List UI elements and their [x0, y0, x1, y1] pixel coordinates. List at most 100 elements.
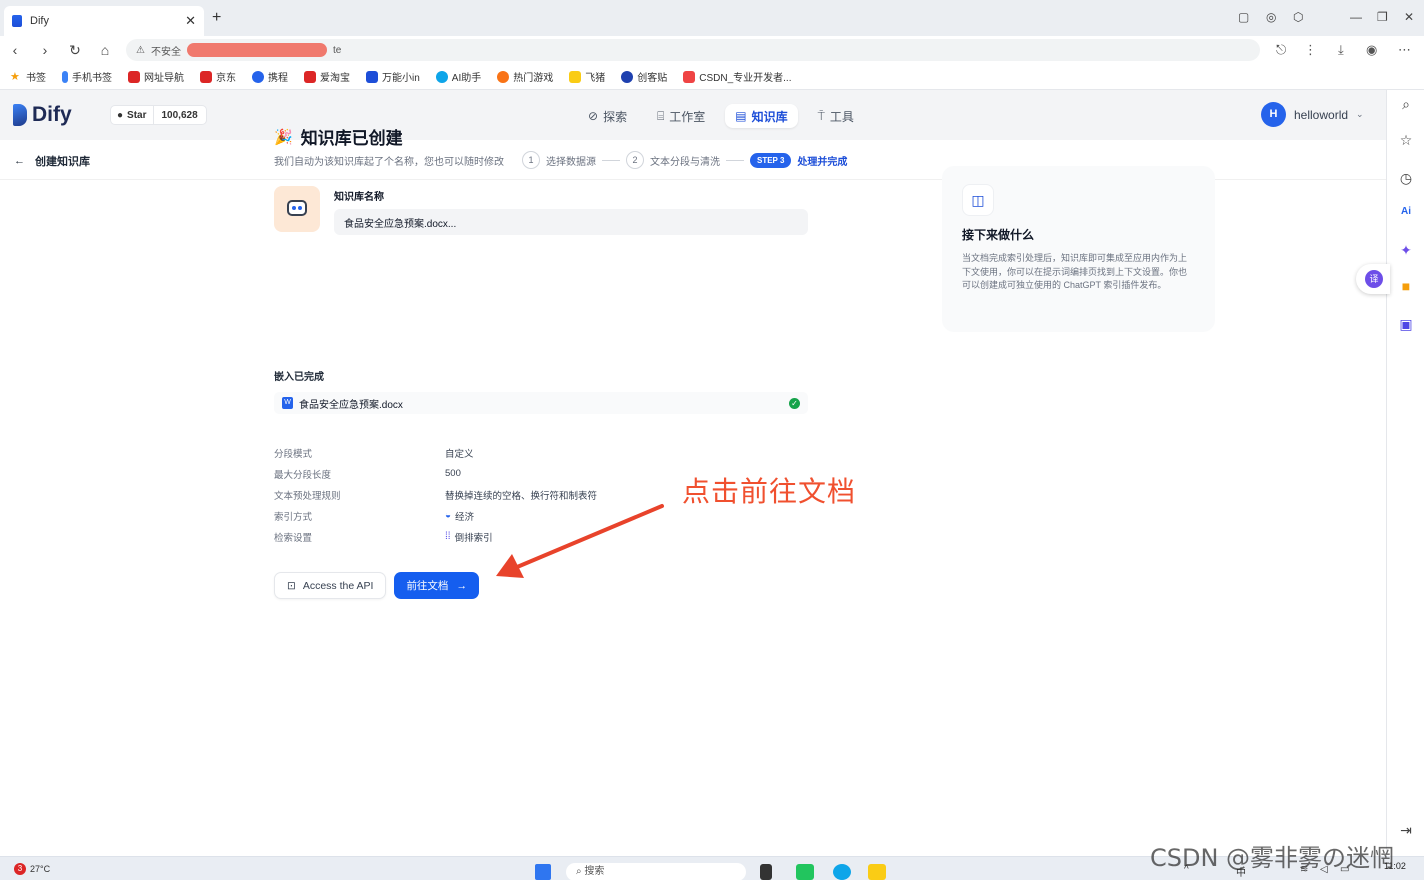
bookmark-item[interactable]: 飞猪 [569, 69, 605, 84]
temperature: 27°C [30, 864, 51, 874]
check-circle-icon: ✓ [789, 397, 800, 409]
action-buttons: ⊡ Access the API 前往文档 → [274, 572, 479, 599]
browser-tab[interactable]: Dify ✕ [4, 6, 204, 36]
next-steps-card: ◫ 接下来做什么 当文档完成索引处理后，知识库即可集成至应用内作为上下文使用，你… [942, 166, 1215, 332]
robot-icon: ⌸ [657, 108, 665, 123]
gift-icon[interactable]: ■ [1397, 278, 1415, 296]
nav-tools[interactable]: ⍑ 工具 [808, 104, 864, 128]
back-icon[interactable]: ‹ [0, 42, 30, 58]
split-view-icon[interactable]: ▢ [1238, 10, 1249, 24]
bookmarks-bar: ★ 书签 手机书签 网址导航 京东 携程 爱淘宝 万能小in AI助手 热门游戏 … [0, 64, 1424, 90]
game-icon[interactable]: ◎ [1266, 10, 1276, 24]
favorites-icon[interactable]: ☆ [1397, 132, 1415, 150]
bookmark-item[interactable]: 爱淘宝 [304, 69, 350, 84]
forward-icon[interactable]: › [30, 42, 60, 58]
home-icon[interactable]: ⌂ [90, 42, 120, 58]
bookmark-item[interactable]: 手机书签 [62, 69, 112, 84]
bookmark-icon [304, 70, 316, 83]
arrow-left-icon: ← [14, 155, 25, 167]
dataset-name-input[interactable]: 食品安全应急预案.docx... [334, 209, 808, 235]
bookmark-item[interactable]: 热门游戏 [497, 69, 553, 84]
search-icon[interactable]: ⌕ [1397, 96, 1415, 114]
bookmark-item[interactable]: 携程 [252, 69, 288, 84]
dify-logo-icon [13, 104, 27, 126]
floating-translate-button[interactable]: 译 [1356, 264, 1390, 294]
task-view-icon[interactable] [760, 864, 772, 880]
bookmark-item[interactable]: ★ 书签 [10, 69, 46, 85]
info-row: 分段模式 自定义 [274, 448, 474, 460]
extension-icon[interactable]: ⬡ [1293, 10, 1303, 24]
weather-widget[interactable]: 3 27°C [14, 863, 50, 875]
next-steps-text: 当文档完成索引处理后，知识库即可集成至应用内作为上下文使用，你可以在提示词编排页… [962, 253, 1188, 290]
name-label: 知识库名称 [334, 192, 384, 203]
go-to-document-button[interactable]: 前往文档 → [394, 572, 479, 599]
embedded-file-row: W 食品安全应急预案.docx ✓ [274, 392, 808, 414]
back-to-datasets[interactable]: ← 创建知识库 [14, 153, 90, 169]
bookmark-item[interactable]: 万能小in [366, 69, 420, 84]
file-explorer-icon[interactable] [868, 864, 886, 880]
collapse-sidebar-icon[interactable]: ⇥ [1397, 822, 1415, 840]
url-field[interactable]: ⚠ 不安全 te [126, 39, 1260, 61]
party-popper-icon: 🎉 [274, 128, 293, 146]
search-icon: ⌕ [576, 866, 582, 877]
download-icon[interactable]: ⤓ [1338, 42, 1344, 58]
bookmark-icon [497, 70, 510, 83]
bookmark-item[interactable]: 京东 [200, 69, 236, 84]
dify-logo[interactable]: Dify [13, 103, 72, 127]
user-menu[interactable]: H helloworld ⌄ [1261, 102, 1364, 127]
docx-file-icon: W [282, 397, 293, 409]
bookmark-item[interactable]: AI助手 [435, 69, 481, 84]
embedded-file-name: 食品安全应急预案.docx [299, 399, 403, 411]
page-title: 🎉 知识库已创建 [274, 128, 403, 149]
history-icon[interactable]: ◷ [1397, 170, 1415, 188]
url-suffix: te [332, 44, 342, 56]
arrow-right-icon: → [456, 579, 467, 592]
piggy-bank-icon: ◒ [445, 510, 452, 521]
bookmark-icon [128, 70, 140, 83]
chevron-down-icon: ⌄ [1356, 109, 1364, 119]
bookmark-icon [569, 70, 582, 83]
dify-favicon-icon [12, 15, 22, 27]
app-icon[interactable] [796, 864, 814, 880]
profile-icon[interactable]: ◉ [1366, 42, 1377, 58]
book-icon: ▤ [735, 109, 747, 123]
username: helloworld [1294, 107, 1349, 122]
bookmark-icon [200, 70, 212, 83]
menu-icon[interactable]: ⋮ [1304, 42, 1317, 58]
bookmark-icon [621, 70, 634, 83]
warning-icon: ⚠ [136, 44, 145, 56]
new-tab-icon[interactable]: + [212, 9, 221, 27]
bookmark-icon [252, 70, 264, 83]
bookmark-item[interactable]: 创客贴 [621, 69, 667, 84]
tab-close-icon[interactable]: ✕ [185, 13, 196, 29]
maximize-icon[interactable]: ❐ [1377, 10, 1388, 24]
close-window-icon[interactable]: ✕ [1404, 10, 1414, 24]
minimize-icon[interactable]: — [1350, 10, 1362, 24]
next-steps-title: 接下来做什么 [962, 228, 1035, 242]
browser-tabbar: Dify ✕ + ▢ ◎ ⬡ — ❐ ✕ [0, 0, 1424, 36]
access-api-button[interactable]: ⊡ Access the API [274, 572, 387, 599]
csdn-watermark: CSDN @雾非雾の迷惘 [1150, 844, 1395, 872]
more-icon[interactable]: ⋯ [1398, 42, 1411, 58]
github-star-button[interactable]: ● Star 100,628 [110, 105, 207, 125]
address-bar-row: ‹ › ↻ ⌂ ⚠ 不安全 te ⎋ ⋮ ⤓ ◉ ⋯ [0, 36, 1424, 64]
avatar: H [1261, 102, 1286, 127]
edge-icon[interactable] [833, 864, 851, 880]
ai-icon[interactable]: Ai [1397, 206, 1415, 224]
annotation-arrow [496, 504, 664, 578]
collections-icon[interactable]: ⎋ [1276, 42, 1286, 58]
windows-start-icon[interactable] [535, 864, 551, 880]
terminal-icon: ⊡ [287, 579, 296, 592]
clock[interactable]: 11:02 [1384, 861, 1406, 871]
taskbar-search[interactable]: ⌕ 搜索 [566, 863, 746, 880]
robot-icon [274, 186, 320, 232]
bookmark-item[interactable]: 网址导航 [128, 69, 184, 84]
translate-icon: 译 [1365, 270, 1383, 288]
compass-icon: ⊘ [588, 109, 599, 123]
reload-icon[interactable]: ↻ [60, 42, 90, 59]
annotation-text: 点击前往文档 [682, 475, 857, 508]
translate-icon[interactable]: ▣ [1397, 316, 1415, 334]
gamepad-icon[interactable]: ✦ [1397, 242, 1415, 260]
bookmark-item[interactable]: CSDN_专业开发者... [683, 69, 791, 84]
open-book-icon: ◫ [962, 184, 994, 216]
